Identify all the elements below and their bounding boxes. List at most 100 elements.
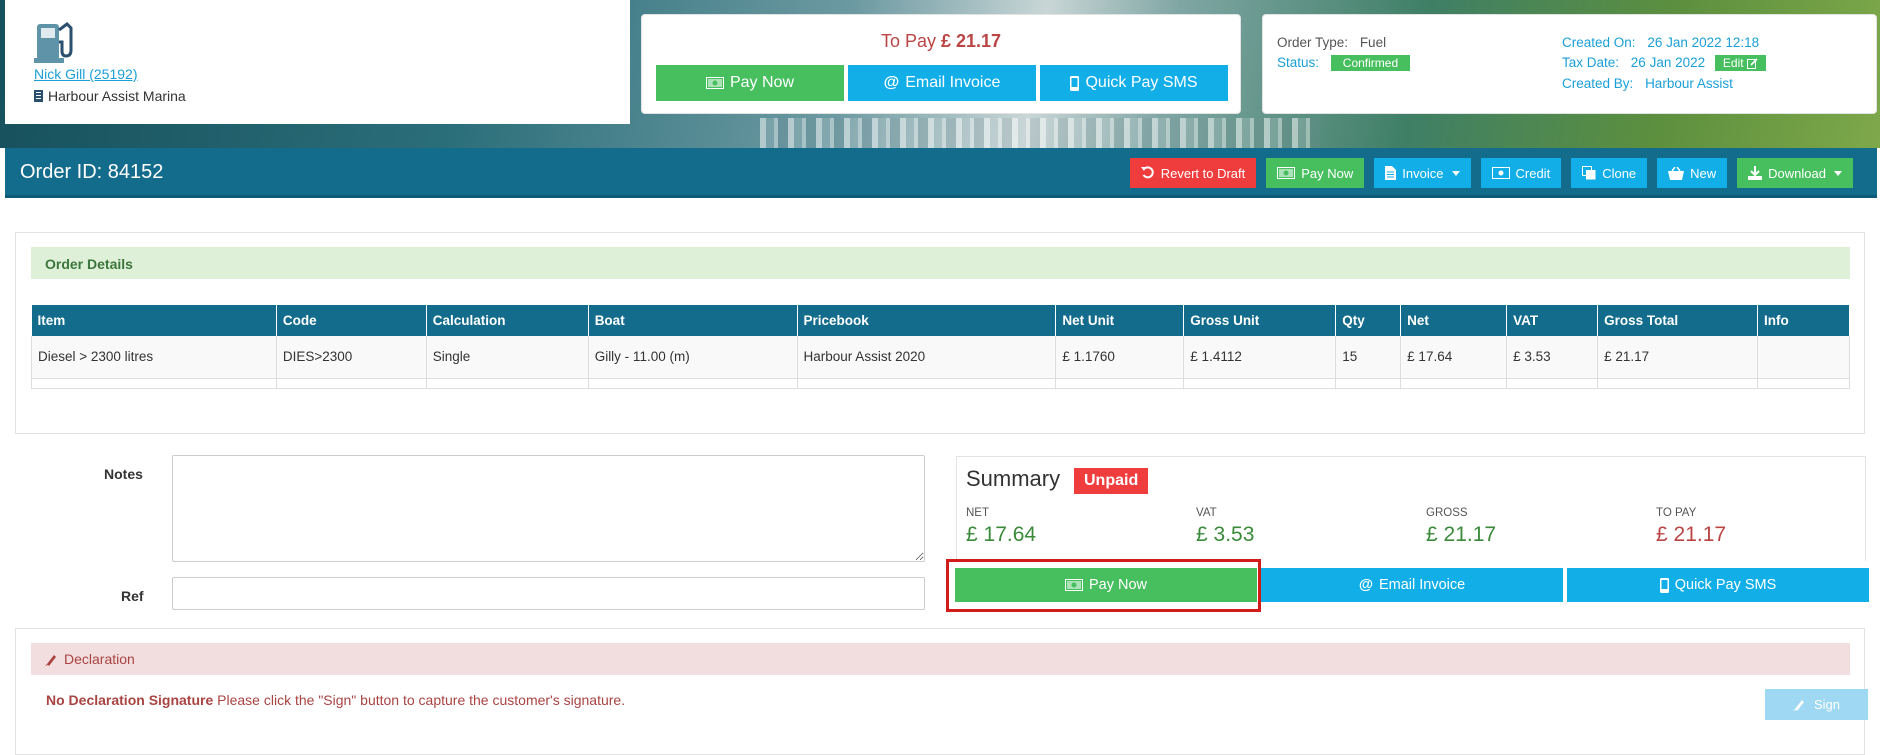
table-cell: £ 21.17 — [1597, 336, 1758, 379]
summary-quick-pay-sms-label: Quick Pay SMS — [1674, 577, 1777, 593]
document-icon — [1385, 166, 1397, 180]
table-cell: £ 1.1760 — [1055, 336, 1185, 379]
sign-button[interactable]: Sign — [1765, 689, 1868, 720]
table-cell — [588, 378, 798, 389]
no-signature-label: No Declaration Signature — [46, 692, 214, 708]
pen-icon — [45, 654, 56, 666]
table-cell — [1055, 378, 1185, 389]
table-cell: £ 1.4112 — [1183, 336, 1337, 379]
clone-label: Clone — [1602, 165, 1637, 181]
chevron-down-icon — [1834, 170, 1842, 176]
clone-button[interactable]: Clone — [1571, 158, 1648, 188]
notes-textarea[interactable] — [172, 455, 925, 562]
summary-quick-pay-sms-button[interactable]: Quick Pay SMS — [1567, 568, 1869, 602]
table-cell: 15 — [1335, 336, 1402, 379]
download-icon — [1748, 166, 1763, 180]
net-label: NET — [966, 507, 989, 519]
created-on-value: 26 Jan 2022 12:18 — [1647, 35, 1760, 50]
summary-title: Summary — [966, 466, 1061, 491]
to-pay-card: To Pay £ 21.17 Pay Now @ Email Invoice Q… — [641, 14, 1241, 114]
net-value: £ 17.64 — [966, 523, 1037, 546]
table-cell — [1335, 378, 1402, 389]
mobile-phone-icon — [1070, 75, 1080, 91]
table-cell — [1757, 336, 1851, 379]
table-cell: £ 3.53 — [1506, 336, 1599, 379]
table-cell — [1597, 378, 1758, 389]
chevron-down-icon — [1451, 170, 1460, 176]
table-cell — [1400, 378, 1508, 389]
toolbar-pay-now-button[interactable]: Pay Now — [1266, 158, 1365, 188]
table-cell: DIES>2300 — [276, 336, 427, 379]
revert-to-draft-button[interactable]: Revert to Draft — [1129, 158, 1257, 188]
quick-pay-sms-button[interactable]: Quick Pay SMS — [1040, 65, 1228, 101]
credit-label: Credit — [1515, 165, 1551, 181]
sign-instruction: Please click the "Sign" button to captur… — [217, 692, 626, 708]
marina-boats-image — [760, 118, 1320, 148]
table-cell: Single — [426, 336, 589, 379]
credit-button[interactable]: Credit — [1480, 158, 1562, 188]
table-row[interactable]: Diesel > 2300 litres DIES>2300 Single Gilly… — [31, 336, 1851, 379]
new-label: New — [1690, 165, 1717, 181]
table-cell — [31, 378, 277, 389]
edit-tax-date-button[interactable]: Edit — [1714, 55, 1766, 71]
invoice-dropdown-button[interactable]: Invoice — [1374, 158, 1471, 188]
to-pay-line: To Pay £ 21.17 — [642, 31, 1240, 52]
column-header: Gross Total — [1597, 305, 1758, 336]
marina-name: Harbour Assist Marina — [34, 88, 186, 104]
declaration-message: No Declaration Signature Please click th… — [46, 692, 625, 708]
gross-label: GROSS — [1426, 507, 1468, 519]
order-type-row: Order Type: Fuel — [1277, 35, 1386, 50]
column-header: Qty — [1335, 305, 1402, 336]
summary-gross: GROSS £ 21.17 — [1426, 507, 1496, 547]
pay-now-button[interactable]: Pay Now — [656, 65, 844, 101]
created-by-label: Created By: — [1562, 76, 1634, 91]
new-order-button[interactable]: New — [1657, 158, 1728, 188]
tax-date-label: Tax Date: — [1562, 55, 1620, 70]
credit-note-icon — [1491, 167, 1510, 179]
column-header: VAT — [1506, 305, 1599, 336]
tax-date-value: 26 Jan 2022 — [1630, 55, 1706, 70]
status-badge: Confirmed — [1330, 55, 1411, 71]
to-pay-summary-label: TO PAY — [1656, 507, 1697, 519]
to-pay-summary-value: £ 21.17 — [1656, 523, 1727, 546]
status-row: Status: Confirmed — [1277, 55, 1411, 71]
column-header: Net Unit — [1055, 305, 1185, 336]
order-actions-toolbar: Revert to Draft Pay Now Invoice Credit C… — [1129, 158, 1853, 188]
invoice-label: Invoice — [1402, 165, 1444, 181]
payment-status-badge: Unpaid — [1074, 468, 1149, 494]
building-icon — [34, 90, 43, 102]
table-cell — [1183, 378, 1337, 389]
email-invoice-button[interactable]: @ Email Invoice — [848, 65, 1036, 101]
customer-link[interactable]: Nick Gill (25192) — [34, 66, 137, 82]
notes-label: Notes — [104, 466, 143, 482]
summary-to-pay: TO PAY £ 21.17 — [1656, 507, 1726, 547]
order-bar: Order ID: 84152 Revert to Draft Pay Now … — [5, 148, 1877, 198]
table-cell — [797, 378, 1057, 389]
to-pay-amount: £ 21.17 — [940, 31, 1002, 51]
table-cell — [1757, 378, 1851, 389]
declaration-header: Declaration — [31, 643, 1850, 675]
edit-label: Edit — [1722, 56, 1744, 70]
cash-icon — [705, 77, 724, 89]
sign-label: Sign — [1813, 697, 1841, 712]
order-title: Order ID: 84152 — [20, 161, 164, 183]
ref-input[interactable] — [172, 577, 925, 610]
to-pay-label: To Pay — [880, 31, 936, 51]
summary-email-invoice-label: Email Invoice — [1378, 577, 1466, 593]
revert-label: Revert to Draft — [1160, 165, 1246, 181]
created-on-row: Created On: 26 Jan 2022 12:18 — [1562, 35, 1759, 50]
column-header: Info — [1757, 305, 1851, 336]
column-header: Boat — [588, 305, 798, 336]
table-header-row: Item Code Calculation Boat Pricebook Net Unit… — [31, 305, 1851, 336]
copy-icon — [1582, 166, 1596, 180]
undo-icon — [1140, 166, 1154, 179]
download-dropdown-button[interactable]: Download — [1737, 158, 1853, 188]
summary-email-invoice-button[interactable]: @ Email Invoice — [1261, 568, 1563, 602]
at-icon: @ — [883, 74, 900, 91]
column-header: Calculation — [426, 305, 589, 336]
pen-icon — [1792, 700, 1804, 711]
table-cell — [426, 378, 589, 389]
column-header: Code — [276, 305, 427, 336]
column-header: Net — [1400, 305, 1508, 336]
cash-icon — [1277, 167, 1296, 179]
